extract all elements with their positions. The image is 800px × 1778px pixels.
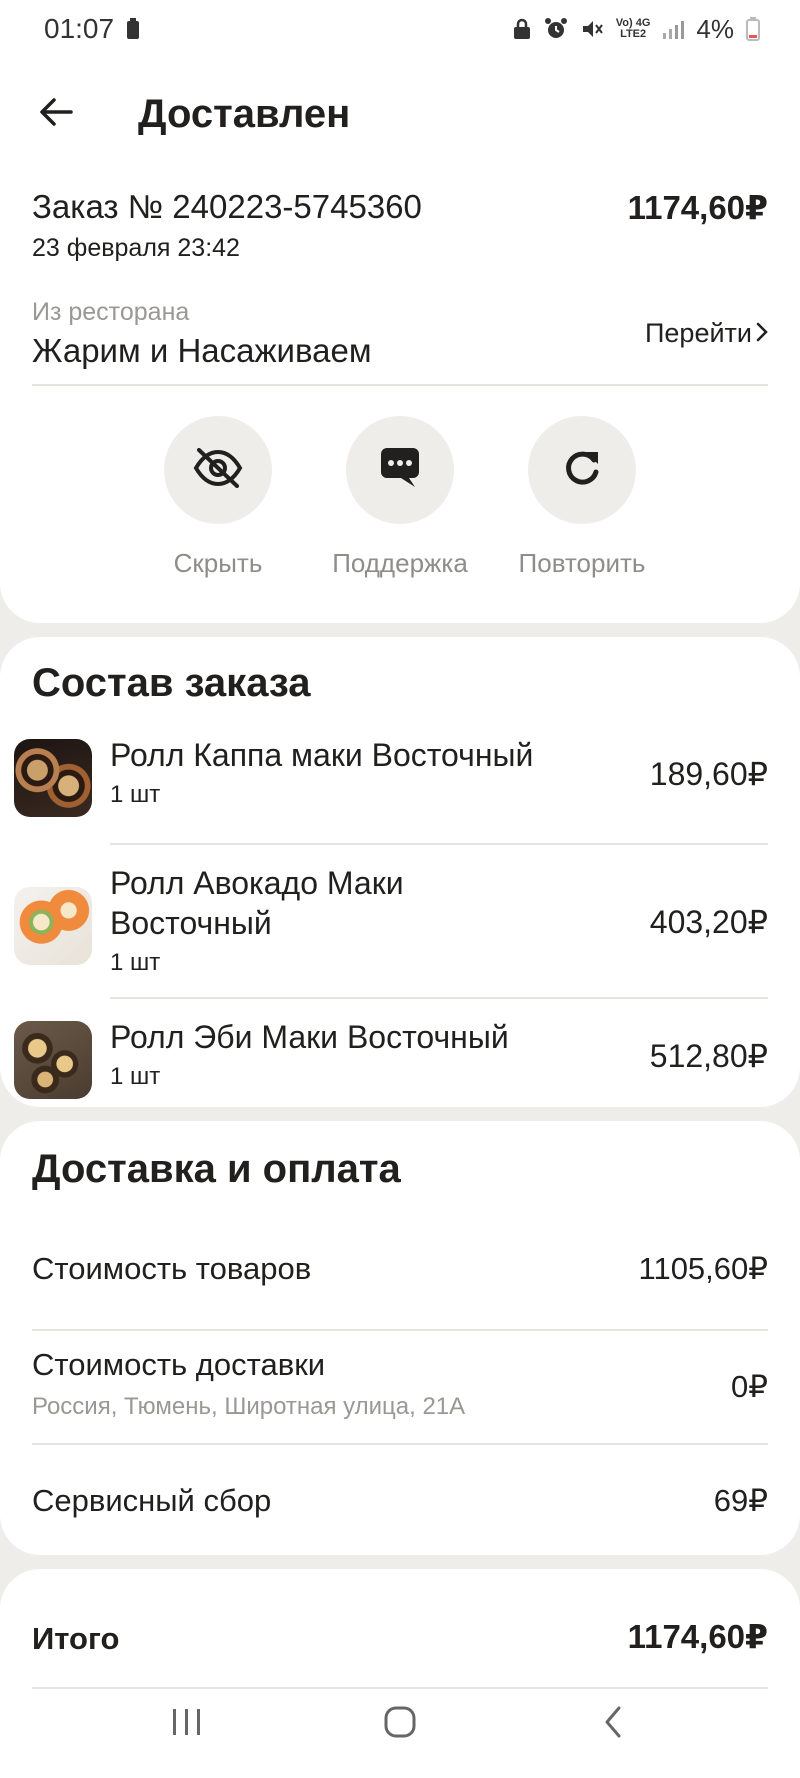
- order-date: 23 февраля 23:42: [32, 234, 240, 262]
- support-button[interactable]: Поддержка: [332, 416, 468, 579]
- alarm-icon: [544, 17, 568, 41]
- go-to-restaurant-label: Перейти: [645, 318, 752, 348]
- repeat-button-circle: [528, 416, 636, 524]
- item-qty: 1 шт: [110, 949, 161, 976]
- recent-apps-button[interactable]: [147, 1684, 227, 1764]
- order-summary-card: Заказ № 240223-5745360 23 февраля 23:42 …: [0, 170, 800, 623]
- divider: [32, 384, 768, 386]
- chat-bubble-icon: [377, 447, 423, 493]
- support-button-label: Поддержка: [332, 548, 468, 578]
- item-image: [14, 887, 92, 965]
- hide-button-label: Скрыть: [173, 548, 263, 578]
- hide-order-button[interactable]: Скрыть: [163, 416, 273, 579]
- service-fee-value: 69₽: [713, 1483, 768, 1518]
- status-bar-right: Vo) 4G LTE2 4%: [512, 14, 760, 45]
- delivery-section-title: Доставка и оплата: [32, 1147, 401, 1191]
- item-price: 403,20₽: [649, 904, 768, 940]
- item-name: Ролл Каппа маки Восточный: [110, 737, 534, 773]
- list-item[interactable]: Ролл Эби Маки Восточный 1 шт 512,80₽: [0, 1017, 800, 1107]
- restaurant-name: Жарим и Насаживаем: [32, 332, 372, 369]
- page-title: Доставлен: [138, 91, 351, 136]
- divider: [32, 1443, 768, 1445]
- delivery-cost-value: 0₽: [731, 1369, 768, 1404]
- delivery-cost-row: Стоимость доставки Россия, Тюмень, Широт…: [32, 1347, 768, 1427]
- home-button[interactable]: [360, 1684, 440, 1764]
- chevron-left-icon: [603, 1705, 623, 1744]
- status-bar-left: 01:07: [44, 13, 140, 45]
- order-actions: Скрыть Поддержка Повторить: [0, 416, 800, 579]
- divider: [110, 843, 768, 845]
- item-image: [14, 739, 92, 817]
- home-icon: [383, 1705, 417, 1744]
- refresh-icon: [562, 448, 602, 493]
- restaurant-label: Из ресторана: [32, 298, 190, 326]
- item-name: Ролл Эби Маки Восточный: [110, 1019, 509, 1055]
- total-value: 1174,60₽: [627, 1618, 768, 1655]
- items-section-title: Состав заказа: [32, 661, 311, 705]
- item-image: [14, 1021, 92, 1099]
- back-button[interactable]: [0, 58, 112, 170]
- goods-cost-label: Стоимость товаров: [32, 1251, 312, 1286]
- list-item[interactable]: Ролл Авокадо Маки Восточный 1 шт 403,20₽: [0, 863, 800, 1003]
- item-qty: 1 шт: [110, 1063, 161, 1090]
- signal-icon: [662, 19, 685, 39]
- service-fee-row: Сервисный сбор 69₽: [32, 1483, 768, 1533]
- battery-icon: [746, 17, 760, 41]
- repeat-button-label: Повторить: [518, 548, 646, 578]
- list-item[interactable]: Ролл Каппа маки Восточный 1 шт 189,60₽: [0, 735, 800, 845]
- repeat-order-button[interactable]: Повторить: [519, 416, 645, 579]
- delivery-cost-label: Стоимость доставки: [32, 1347, 326, 1382]
- system-back-button[interactable]: [573, 1684, 653, 1764]
- network-label: Vo) 4G LTE2: [615, 17, 651, 40]
- go-to-restaurant-link[interactable]: Перейти: [645, 318, 768, 349]
- order-amount: 1174,60₽: [627, 189, 768, 226]
- mute-icon: [580, 17, 604, 41]
- system-nav-bar: [0, 1670, 800, 1778]
- chevron-right-icon: [756, 318, 768, 349]
- order-items-card: Состав заказа Ролл Каппа маки Восточный …: [0, 637, 800, 1107]
- delivery-address: Россия, Тюмень, Широтная улица, 21А: [32, 1393, 466, 1420]
- app-header: Доставлен: [0, 58, 800, 170]
- hide-button-circle: [164, 416, 272, 524]
- goods-cost-value: 1105,60₽: [638, 1251, 768, 1286]
- delivery-payment-card: Доставка и оплата Стоимость товаров 1105…: [0, 1121, 800, 1555]
- status-bar: 01:07 Vo) 4G LTE2 4%: [0, 0, 800, 58]
- recent-apps-icon: [170, 1707, 204, 1742]
- battery-saver-icon: [126, 18, 140, 40]
- item-price: 189,60₽: [649, 756, 768, 792]
- goods-cost-row: Стоимость товаров 1105,60₽: [32, 1251, 768, 1301]
- total-label: Итого: [32, 1621, 120, 1656]
- clock: 01:07: [44, 13, 115, 44]
- order-number: Заказ № 240223-5745360: [32, 188, 422, 225]
- service-fee-label: Сервисный сбор: [32, 1483, 272, 1518]
- item-price: 512,80₽: [649, 1038, 768, 1074]
- battery-percent: 4%: [696, 13, 734, 44]
- divider: [32, 1329, 768, 1331]
- lock-icon: [512, 18, 532, 40]
- eye-off-icon: [193, 447, 243, 493]
- arrow-left-icon: [39, 97, 73, 132]
- item-name: Ролл Авокадо Маки Восточный: [110, 865, 404, 941]
- support-button-circle: [346, 416, 454, 524]
- item-qty: 1 шт: [110, 781, 161, 808]
- divider: [110, 997, 768, 999]
